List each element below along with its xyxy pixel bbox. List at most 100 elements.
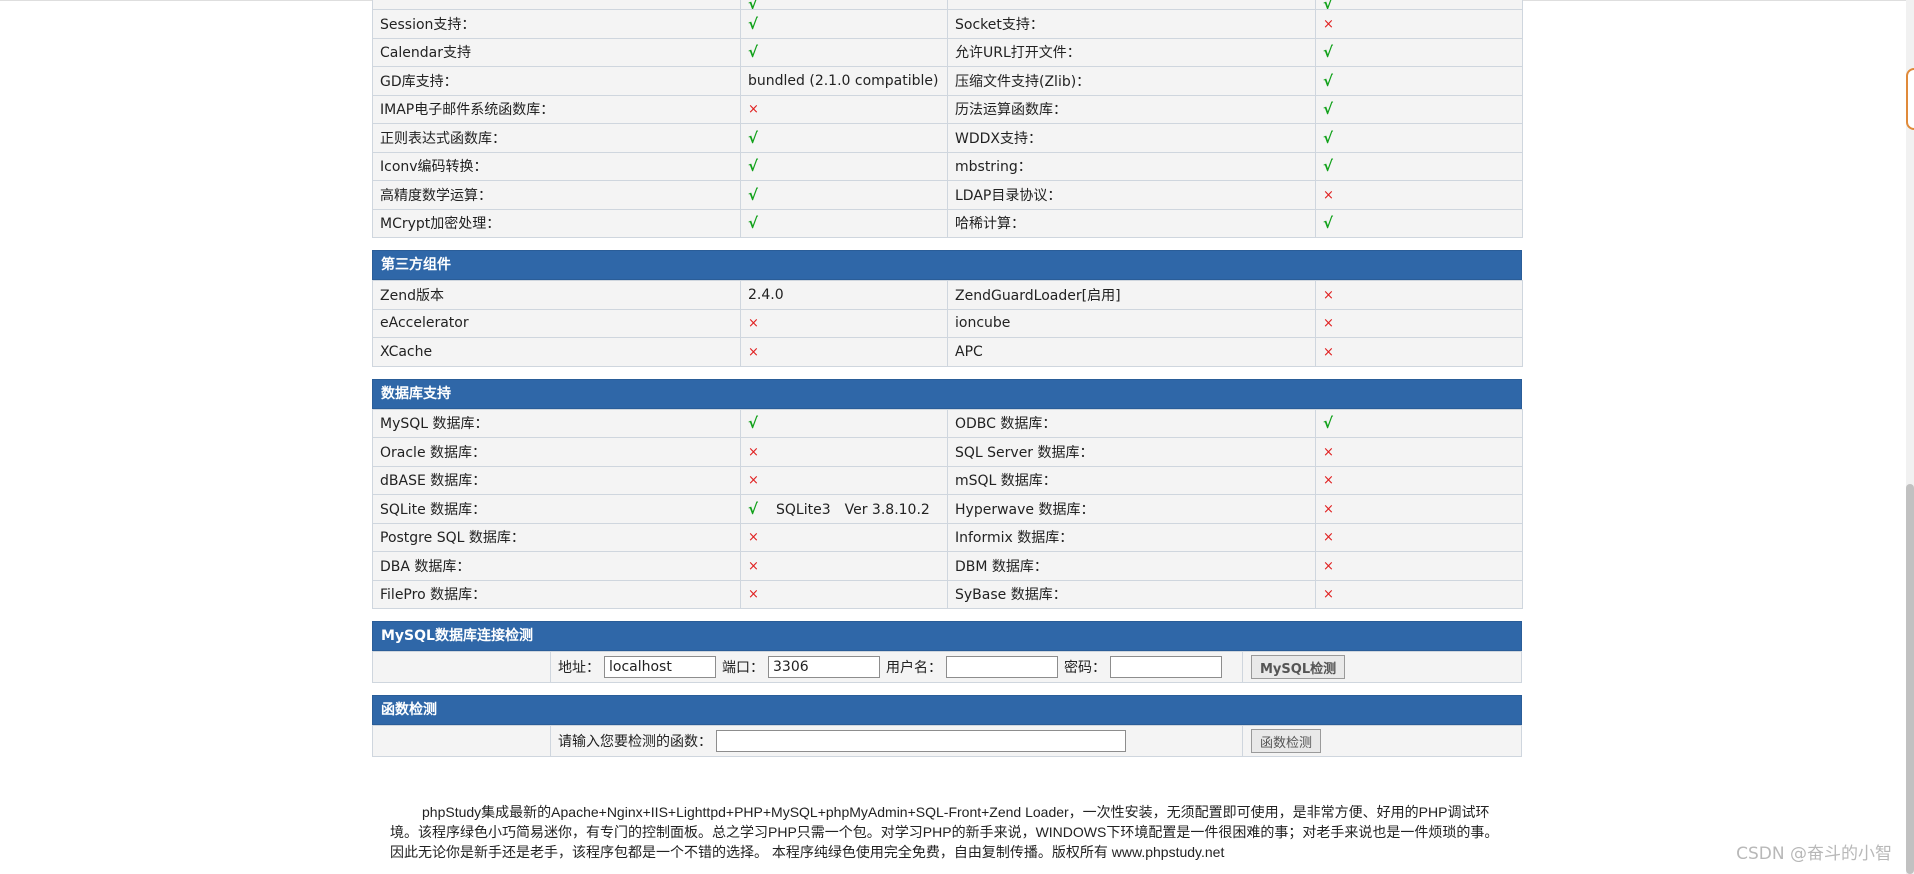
cross-icon: × (748, 344, 759, 360)
item-value: √ (740, 408, 948, 438)
function-check-button[interactable]: 函数检测 (1251, 729, 1322, 753)
function-input[interactable] (716, 730, 1126, 752)
table-row: eAccelerator × ioncube × (372, 308, 1523, 338)
section-title: 数据库支持 (372, 378, 1522, 409)
empty-cell (373, 726, 551, 756)
table-row: MySQL 数据库： √ ODBC 数据库： √ (372, 408, 1523, 438)
item-label: MySQL 数据库： (372, 408, 741, 438)
table-row: PHP支持 √ XML解析支持 √ (372, 0, 1523, 10)
item-value: × (1315, 280, 1523, 310)
item-label: XCache (372, 337, 741, 367)
item-value: √ (740, 37, 948, 67)
third-party-section: 第三方组件 Zend版本 2.4.0 ZendGuardLoader[启用] × eAc… (372, 250, 1523, 367)
item-label: eAccelerator (372, 308, 741, 338)
table-row: 正则表达式函数库： √ WDDX支持： √ (372, 123, 1523, 153)
item-label: ioncube (947, 308, 1316, 338)
item-value: × (1315, 337, 1523, 367)
section-title: 函数检测 (372, 695, 1522, 725)
function-button-cell: 函数检测 (1243, 726, 1521, 756)
check-icon: √ (1323, 157, 1334, 176)
item-value: √ (740, 208, 948, 238)
item-value: √ (740, 151, 948, 181)
item-value: √ (1315, 94, 1523, 124)
section-title: MySQL数据库连接检测 (372, 621, 1522, 651)
item-label: SQLite 数据库： (372, 494, 741, 524)
cross-icon: × (1323, 444, 1334, 460)
csdn-watermark: CSDN @奋斗的小智 (1736, 844, 1892, 864)
item-label: Oracle 数据库： (372, 437, 741, 467)
host-input[interactable] (604, 656, 716, 678)
item-value: √ (740, 123, 948, 153)
item-label: Session支持： (372, 9, 741, 39)
password-input[interactable] (1110, 656, 1222, 678)
function-label: 请输入您要检测的函数： (558, 734, 712, 750)
port-label: 端口： (722, 660, 764, 676)
port-input[interactable] (768, 656, 880, 678)
table-row: DBA 数据库： × DBM 数据库： × (372, 551, 1523, 581)
cross-icon: × (1323, 587, 1334, 603)
item-value: √ (1315, 151, 1523, 181)
item-value: × (1315, 180, 1523, 210)
item-value: √ (1315, 123, 1523, 153)
item-label: Iconv编码转换： (372, 151, 741, 181)
item-value: × (740, 579, 948, 609)
table-row: FilePro 数据库： × SyBase 数据库： × (372, 579, 1523, 609)
item-label: XML解析支持 (947, 0, 1316, 10)
item-value: × (1315, 465, 1523, 495)
item-label: 历法运算函数库： (947, 94, 1316, 124)
check-icon: √ (748, 0, 759, 10)
table-row: 高精度数学运算： √ LDAP目录协议： × (372, 180, 1523, 210)
item-value: × (1315, 522, 1523, 552)
cross-icon: × (1323, 287, 1334, 303)
table-row: Calendar支持 √ 允许URL打开文件： √ (372, 37, 1523, 67)
php-components-section: PHP支持 √ XML解析支持 √ Session支持： √ Socket支持： × Calen… (372, 0, 1523, 238)
table-row: SQLite 数据库： √ SQLite3 Ver 3.8.10.2 Hyperwav… (372, 494, 1523, 524)
item-label: dBASE 数据库： (372, 465, 741, 495)
username-label: 用户名： (886, 660, 942, 676)
cross-icon: × (748, 587, 759, 603)
item-value: √ (1315, 208, 1523, 238)
item-label: LDAP目录协议： (947, 180, 1316, 210)
cross-icon: × (1323, 344, 1334, 360)
item-label: Informix 数据库： (947, 522, 1316, 552)
mysql-check-section: MySQL数据库连接检测 地址： 端口： 用户名： 密码： MySQL检测 (372, 621, 1522, 683)
version-text: SQLite3 Ver 3.8.10.2 (776, 501, 930, 518)
item-value: √ (1315, 37, 1523, 67)
footer-text: phpStudy集成最新的Apache+Nginx+IIS+Lighttpd+P… (390, 804, 1499, 860)
cross-icon: × (1323, 530, 1334, 546)
check-icon: √ (1323, 100, 1334, 119)
check-icon: √ (1323, 43, 1334, 62)
cross-icon: × (748, 530, 759, 546)
table-row: Postgre SQL 数据库： × Informix 数据库： × (372, 522, 1523, 552)
item-label: MCrypt加密处理： (372, 208, 741, 238)
check-icon: √ (748, 43, 759, 62)
side-float-tab[interactable] (1906, 68, 1914, 130)
check-icon: √ (748, 214, 759, 233)
item-label: 正则表达式函数库： (372, 123, 741, 153)
item-label: 压缩文件支持(Zlib)： (947, 66, 1316, 96)
item-value: bundled (2.1.0 compatible) (740, 66, 948, 96)
check-icon: √ (1323, 0, 1334, 10)
function-check-section: 函数检测 请输入您要检测的函数： 函数检测 (372, 695, 1522, 757)
item-label: mSQL 数据库： (947, 465, 1316, 495)
check-icon: √ (748, 414, 759, 433)
check-icon: √ (1323, 71, 1334, 90)
item-value: × (1315, 494, 1523, 524)
function-fields: 请输入您要检测的函数： (551, 726, 1243, 756)
item-label: GD库支持： (372, 66, 741, 96)
item-value: √ (740, 9, 948, 39)
table-row: GD库支持： bundled (2.1.0 compatible) 压缩文件支持(Z… (372, 66, 1523, 96)
check-icon: √ (748, 157, 759, 176)
table-row: Session支持： √ Socket支持： × (372, 9, 1523, 39)
mysql-check-button[interactable]: MySQL检测 (1251, 655, 1346, 679)
item-value: × (1315, 9, 1523, 39)
item-value: × (740, 465, 948, 495)
value-text: 2.4.0 (748, 286, 784, 303)
scrollbar-thumb[interactable] (1906, 484, 1914, 874)
item-label: Calendar支持 (372, 37, 741, 67)
cross-icon: × (1323, 16, 1334, 32)
item-label: ODBC 数据库： (947, 408, 1316, 438)
username-input[interactable] (946, 656, 1058, 678)
check-icon: √ (748, 128, 759, 147)
item-value: √ SQLite3 Ver 3.8.10.2 (740, 494, 948, 524)
